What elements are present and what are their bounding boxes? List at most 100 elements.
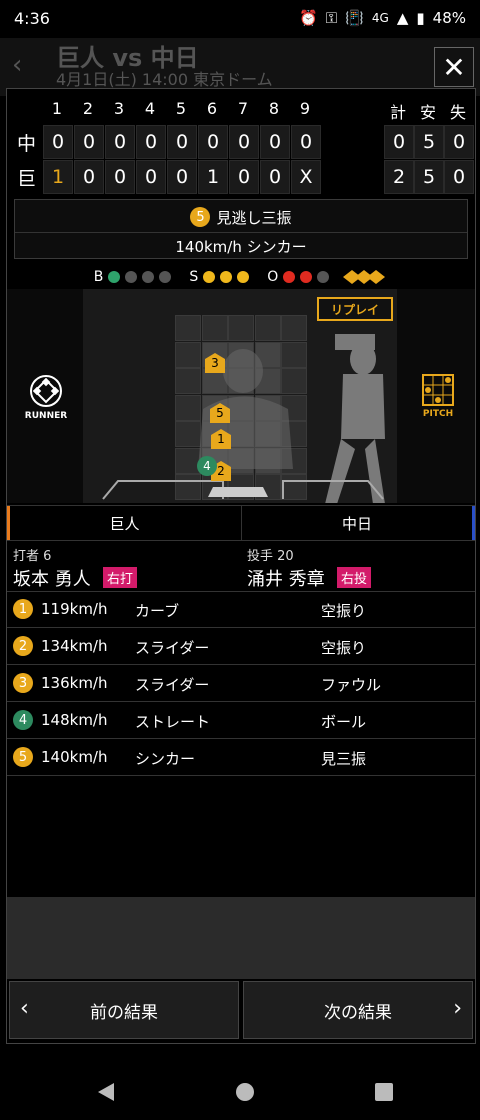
players-row: 打者 6 坂本 勇人 右打 投手 20 涌井 秀章 右投 bbox=[7, 539, 475, 592]
home-plate bbox=[102, 480, 384, 500]
out-dot bbox=[300, 271, 313, 283]
inning-score: 1 bbox=[198, 160, 228, 194]
count-indicator: B S O bbox=[7, 267, 475, 287]
current-pitch-info: 5 見逃し三振 140km/h シンカー bbox=[14, 199, 468, 259]
pitch-result-cell: 空振り bbox=[321, 639, 367, 657]
prev-result-button[interactable]: ‹ 前の結果 bbox=[9, 981, 239, 1039]
pitch-number-badge: 3 bbox=[13, 673, 33, 693]
ball-dot bbox=[159, 271, 172, 283]
inning-header: 9 bbox=[299, 99, 311, 118]
inning-header: 2 bbox=[82, 99, 94, 118]
back-icon[interactable]: ‹ bbox=[12, 50, 22, 80]
totals-header: 安 bbox=[419, 103, 436, 122]
status-time: 4:36 bbox=[14, 9, 50, 28]
signal-icon: ▲ bbox=[396, 9, 409, 27]
out-dot bbox=[283, 271, 296, 283]
inning-header: 8 bbox=[268, 99, 280, 118]
pitch-list-row: 2 134km/h スライダー 空振り bbox=[7, 628, 475, 665]
batter-name: 坂本 勇人 bbox=[13, 569, 91, 590]
total-score: 5 bbox=[414, 125, 444, 159]
inning-header: 4 bbox=[144, 99, 156, 118]
out-dot bbox=[317, 271, 330, 283]
inning-score: 1 bbox=[43, 160, 73, 194]
total-score: 2 bbox=[384, 160, 414, 194]
next-result-button[interactable]: 次の結果 › bbox=[243, 981, 473, 1039]
pitch-marker: 4 bbox=[197, 456, 217, 476]
inning-header: 5 bbox=[175, 99, 187, 118]
close-button[interactable]: ✕ bbox=[434, 47, 474, 87]
inning-score: 0 bbox=[291, 125, 321, 159]
ball-label: B bbox=[93, 269, 104, 285]
inning-score: 0 bbox=[198, 125, 228, 159]
pitch-result-cell: 空振り bbox=[321, 602, 367, 620]
scoreboard-team: 巨 bbox=[17, 168, 37, 190]
pitch-speed: 134km/h bbox=[41, 637, 108, 655]
totals-header: 計 bbox=[389, 103, 406, 122]
total-score: 5 bbox=[414, 160, 444, 194]
pitch-type: スライダー bbox=[135, 639, 210, 657]
strike-dot bbox=[203, 271, 216, 283]
pitch-button[interactable]: PITCH bbox=[409, 374, 467, 419]
replay-button[interactable]: リプレイ bbox=[317, 297, 393, 321]
runner-button[interactable]: RUNNER bbox=[17, 374, 75, 421]
pitch-list-row: 3 136km/h スライダー ファウル bbox=[7, 665, 475, 702]
zone-cell bbox=[175, 315, 201, 341]
inning-score: 0 bbox=[105, 160, 135, 194]
prev-result-label: 前の結果 bbox=[90, 1002, 158, 1023]
pitch-detail-modal: 123456789計安失中000000000050巨10000100X250 5… bbox=[6, 88, 476, 1044]
next-result-label: 次の結果 bbox=[324, 1002, 392, 1023]
inning-score: 0 bbox=[74, 125, 104, 159]
batter-role: 打者 6 bbox=[13, 549, 52, 564]
pitcher-hand-badge: 右投 bbox=[337, 567, 372, 588]
pitch-number-badge: 1 bbox=[13, 599, 33, 619]
vibrate-icon: 📳 bbox=[345, 9, 364, 27]
pitch-list-row: 4 148km/h ストレート ボール bbox=[7, 702, 475, 739]
alarm-icon: ⏰ bbox=[299, 9, 318, 27]
teams-row: 巨人 中日 bbox=[7, 505, 475, 541]
total-score: 0 bbox=[444, 125, 474, 159]
pitch-list-row: 1 119km/h カーブ 空振り bbox=[7, 591, 475, 628]
total-score: 0 bbox=[384, 125, 414, 159]
inning-score: 0 bbox=[260, 160, 290, 194]
team-tab-away[interactable]: 中日 bbox=[241, 506, 475, 540]
pitch-result-cell: 見三振 bbox=[321, 750, 367, 768]
status-icons: ⏰ ⚿ 📳 4G ▲ ▮ 48% bbox=[299, 9, 466, 27]
android-nav-bar bbox=[0, 1060, 480, 1120]
inning-header: 3 bbox=[113, 99, 125, 118]
bases-icon bbox=[343, 270, 386, 284]
nav-home-icon[interactable] bbox=[235, 1082, 255, 1102]
chevron-right-icon: › bbox=[453, 996, 462, 1021]
inning-score: 0 bbox=[136, 160, 166, 194]
scoreboard-team: 中 bbox=[17, 133, 37, 155]
pitch-number-badge: 5 bbox=[13, 747, 33, 767]
inning-score: 0 bbox=[105, 125, 135, 159]
ball-dot bbox=[125, 271, 138, 283]
inning-score: 0 bbox=[229, 160, 259, 194]
zone-cell bbox=[281, 315, 307, 341]
pitch-type: カーブ bbox=[135, 602, 180, 620]
inning-score: 0 bbox=[229, 125, 259, 159]
out-label: O bbox=[267, 269, 279, 285]
close-icon: ✕ bbox=[442, 50, 466, 84]
inning-header: 6 bbox=[206, 99, 218, 118]
inning-header: 1 bbox=[51, 99, 63, 118]
network-label: 4G bbox=[371, 11, 389, 25]
game-subtitle: 4月1日(土) 14:00 東京ドーム bbox=[56, 70, 273, 89]
battery-icon: ▮ bbox=[416, 9, 425, 27]
pitch-result-cell: ボール bbox=[321, 713, 367, 731]
ball-dot bbox=[108, 271, 121, 283]
pitch-speed-type: 140km/h シンカー bbox=[15, 232, 467, 259]
battery-level: 48% bbox=[432, 9, 466, 27]
strike-dot bbox=[237, 271, 250, 283]
inning-header: 7 bbox=[237, 99, 249, 118]
nav-back-icon[interactable] bbox=[96, 1082, 116, 1102]
pitch-label: PITCH bbox=[422, 409, 454, 419]
team-tab-home[interactable]: 巨人 bbox=[7, 506, 239, 540]
strike-zone-view: RUNNER 12 3 4 5 PITCH bbox=[7, 289, 475, 503]
pitch-speed: 140km/h bbox=[41, 748, 108, 766]
nav-recents-icon[interactable] bbox=[374, 1082, 394, 1102]
pitch-speed: 136km/h bbox=[41, 674, 108, 692]
pitch-number-badge: 5 bbox=[190, 207, 211, 227]
empty-area bbox=[7, 897, 475, 979]
batter-box: 12345 bbox=[83, 289, 397, 503]
